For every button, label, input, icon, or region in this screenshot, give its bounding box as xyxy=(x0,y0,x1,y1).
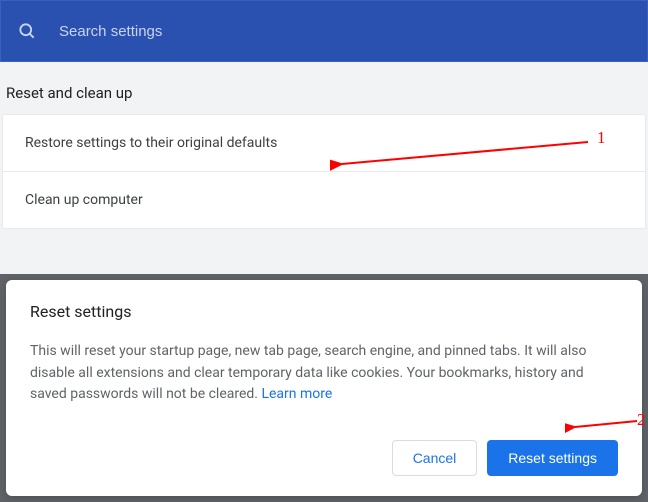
search-input[interactable] xyxy=(59,23,258,40)
dialog-actions: Cancel Reset settings xyxy=(30,440,618,476)
dialog-body: This will reset your startup page, new t… xyxy=(30,341,618,406)
settings-list: Restore settings to their original defau… xyxy=(2,114,646,229)
section-title: Reset and clean up xyxy=(0,62,648,114)
reset-settings-dialog: Reset settings This will reset your star… xyxy=(6,280,642,496)
dialog-title: Reset settings xyxy=(30,302,618,321)
reset-settings-button[interactable]: Reset settings xyxy=(487,440,618,476)
search-bar xyxy=(0,0,648,62)
row-clean-up-computer[interactable]: Clean up computer xyxy=(3,172,645,228)
search-icon xyxy=(17,21,37,41)
learn-more-link[interactable]: Learn more xyxy=(261,386,332,402)
dialog-backdrop: Reset settings This will reset your star… xyxy=(0,274,648,502)
row-restore-defaults[interactable]: Restore settings to their original defau… xyxy=(3,115,645,172)
cancel-button[interactable]: Cancel xyxy=(392,440,478,476)
